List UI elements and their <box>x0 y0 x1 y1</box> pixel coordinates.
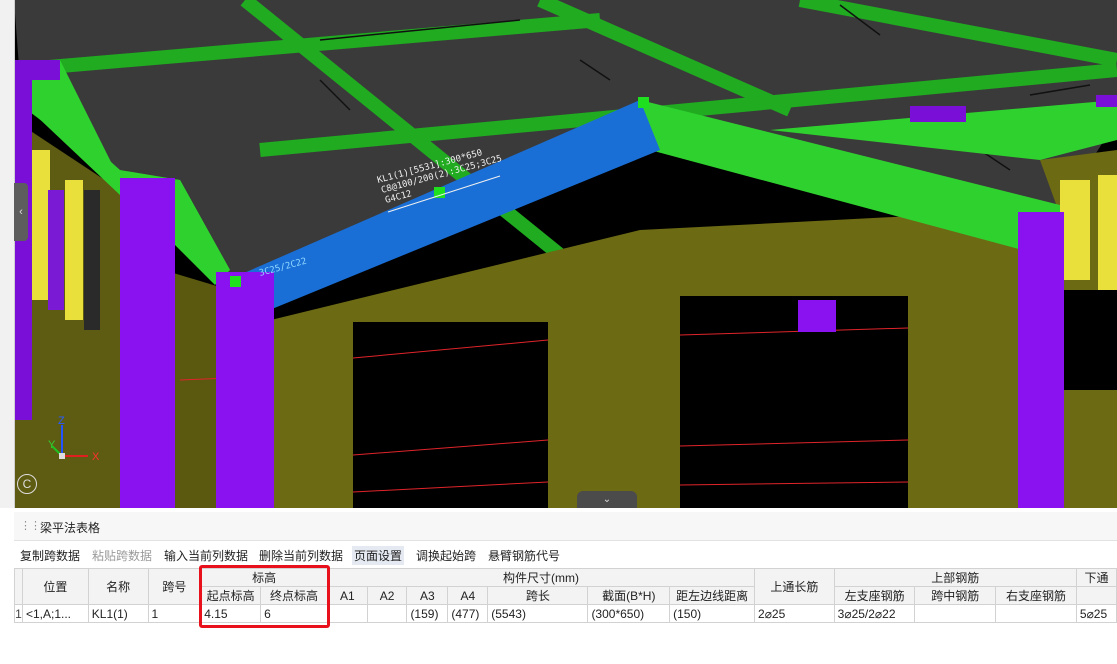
cell-left-support[interactable]: 3⌀25/2⌀22 <box>833 604 916 623</box>
cell-top-continuous[interactable]: 2⌀25 <box>754 604 835 623</box>
window-1 <box>353 322 548 508</box>
cell-a4[interactable]: (477) <box>447 604 489 623</box>
copy-span-button[interactable]: 复制跨数据 <box>18 546 82 565</box>
paste-span-button[interactable]: 粘贴跨数据 <box>90 546 154 565</box>
collapse-panel-button[interactable]: ‹ <box>14 183 28 241</box>
axis-y-label: Y <box>48 439 56 451</box>
panel-header: ⋮⋮ 梁平法表格 <box>14 512 1117 541</box>
beam-table: 位置 名称 跨号 标高 构件尺寸(mm) 上通长筋 上部钢筋 下通 起点标高 终… <box>14 568 1117 623</box>
cell-mid-span[interactable] <box>914 604 997 623</box>
header-right-support[interactable]: 右支座钢筋 <box>995 586 1077 605</box>
cell-a3[interactable]: (159) <box>406 604 449 623</box>
header-a3[interactable]: A3 <box>406 586 449 605</box>
compass-c-button[interactable]: C <box>17 474 37 494</box>
beam-end-handle <box>638 97 649 108</box>
3d-viewport[interactable]: KL1(1)[5531]:300*650 C8@100/200(2):3C25;… <box>0 0 1117 508</box>
header-row-stub <box>14 568 23 605</box>
header-mid-span[interactable]: 跨中钢筋 <box>914 586 997 605</box>
header-a1[interactable]: A1 <box>326 586 368 605</box>
cell-span-no[interactable]: 1 <box>147 604 202 623</box>
cell-span-length[interactable]: (5543) <box>487 604 589 623</box>
header-a4[interactable]: A4 <box>447 586 489 605</box>
header-section[interactable]: 截面(B*H) <box>587 586 671 605</box>
cell-name[interactable]: KL1(1) <box>87 604 149 623</box>
header-edge-distance[interactable]: 距左边线距离 <box>669 586 756 605</box>
table-toolbar: 复制跨数据 粘贴跨数据 输入当前列数据 删除当前列数据 页面设置 调换起始跨 悬… <box>14 543 1117 565</box>
header-bottom: 下通 <box>1075 568 1117 587</box>
left-window-frame <box>30 150 50 300</box>
header-span-length[interactable]: 跨长 <box>487 586 589 605</box>
expand-bottom-button[interactable]: ⌄ <box>577 491 637 508</box>
3d-model-canvas[interactable]: KL1(1)[5531]:300*650 C8@100/200(2):3C25;… <box>0 0 1117 508</box>
table-row: 1 <1,A;1... KL1(1) 1 4.15 6 (159) (477) … <box>14 604 1117 623</box>
cell-section[interactable]: (300*650) <box>587 604 671 623</box>
elevation-highlight-box <box>199 565 330 628</box>
panel-title: 梁平法表格 <box>40 521 101 535</box>
header-a2[interactable]: A2 <box>366 586 408 605</box>
header-top-rebar: 上部钢筋 <box>833 568 1077 587</box>
header-left-support[interactable]: 左支座钢筋 <box>833 586 916 605</box>
cell-a1[interactable] <box>326 604 368 623</box>
beam-start-handle <box>230 276 241 287</box>
input-column-button[interactable]: 输入当前列数据 <box>162 546 250 565</box>
window-2 <box>680 296 908 508</box>
header-dimensions: 构件尺寸(mm) <box>326 568 756 587</box>
page-setup-button[interactable]: 页面设置 <box>352 546 405 565</box>
table-header-row-1: 位置 名称 跨号 标高 构件尺寸(mm) 上通长筋 上部钢筋 下通 <box>14 568 1117 605</box>
header-top-continuous[interactable]: 上通长筋 <box>754 568 835 605</box>
header-position[interactable]: 位置 <box>21 568 89 605</box>
header-name[interactable]: 名称 <box>87 568 149 605</box>
column-2 <box>216 272 274 508</box>
header-bottom-sub <box>1075 586 1117 605</box>
cell-right-support[interactable] <box>995 604 1077 623</box>
delete-column-button[interactable]: 删除当前列数据 <box>257 546 345 565</box>
column-1 <box>120 178 175 508</box>
row-number[interactable]: 1 <box>14 604 23 623</box>
axis-x-label: X <box>92 451 100 463</box>
axis-z-label: Z <box>58 415 65 427</box>
drag-handle-icon[interactable]: ⋮⋮ <box>20 519 41 532</box>
header-span-no[interactable]: 跨号 <box>147 568 202 605</box>
cell-a2[interactable] <box>366 604 408 623</box>
cell-bottom[interactable]: 5⌀25 <box>1075 604 1117 623</box>
beam-table-panel: ⋮⋮ 梁平法表格 复制跨数据 粘贴跨数据 输入当前列数据 删除当前列数据 页面设… <box>14 512 1117 664</box>
cell-edge-distance[interactable]: (150) <box>669 604 756 623</box>
left-sidebar-strip <box>0 0 15 508</box>
cell-position[interactable]: <1,A;1... <box>21 604 89 623</box>
swap-span-button[interactable]: 调换起始跨 <box>414 546 478 565</box>
column-3 <box>1018 212 1064 508</box>
cantilever-code-button[interactable]: 悬臂钢筋代号 <box>486 546 562 565</box>
